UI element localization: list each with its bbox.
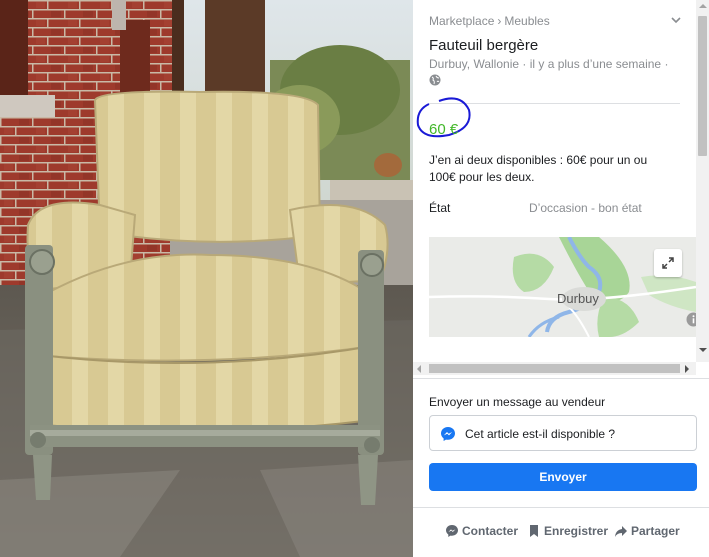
scroll-right-arrow[interactable] [685,365,689,373]
vertical-scroll-thumb[interactable] [698,16,707,156]
message-seller-title: Envoyer un message au vendeur [429,395,606,409]
expand-icon [662,257,674,269]
scroll-up-arrow[interactable] [699,4,707,8]
message-text: Cet article est-il disponible ? [465,427,616,441]
divider [413,378,709,379]
details-scroll-area[interactable]: Marketplace › Meubles Fauteuil bergère Dur… [413,0,696,362]
map-place-label: Durbuy [557,291,599,306]
map-expand-button[interactable] [654,249,682,277]
bookmark-icon [530,525,538,537]
share-label: Partager [631,524,680,538]
breadcrumb-separator: › [497,14,502,28]
chevron-down-icon[interactable] [669,13,683,27]
listing-title: Fauteuil bergère [429,37,539,54]
share-arrow-icon [615,526,627,537]
breadcrumb-marketplace[interactable]: Marketplace [429,14,494,28]
horizontal-scrollbar[interactable] [413,362,696,375]
listing-location: Durbuy, Wallonie · il y a plus d’une sem… [429,57,669,71]
condition-label: État [429,201,451,215]
contact-label: Contacter [462,524,519,538]
location-map[interactable]: Durbuy [429,237,696,337]
messenger-icon [441,427,455,441]
horizontal-scroll-thumb[interactable] [429,364,680,373]
globe-icon [429,74,441,86]
action-bar: Contacter Enregistrer Partager [413,520,709,542]
message-input[interactable]: Cet article est-il disponible ? [429,415,697,451]
info-icon[interactable] [686,312,696,327]
chat-bubble-icon [446,525,458,537]
divider [413,507,709,508]
vertical-scrollbar[interactable] [696,0,709,362]
save-label: Enregistrer [544,524,609,538]
condition-value: D’occasion - bon état [529,201,642,215]
scroll-left-arrow[interactable] [417,365,421,373]
breadcrumb-category[interactable]: Meubles [504,14,549,28]
listing-details-panel: Marketplace › Meubles Fauteuil bergère Dur… [413,0,709,557]
send-button[interactable]: Envoyer [429,463,697,491]
listing-description: J’en ai deux disponibles : 60€ pour un o… [429,153,648,184]
listing-photo[interactable] [0,0,413,557]
listing-price: 60 € [429,121,459,138]
scroll-down-arrow[interactable] [699,348,707,352]
breadcrumb: Marketplace › Meubles [429,14,550,28]
